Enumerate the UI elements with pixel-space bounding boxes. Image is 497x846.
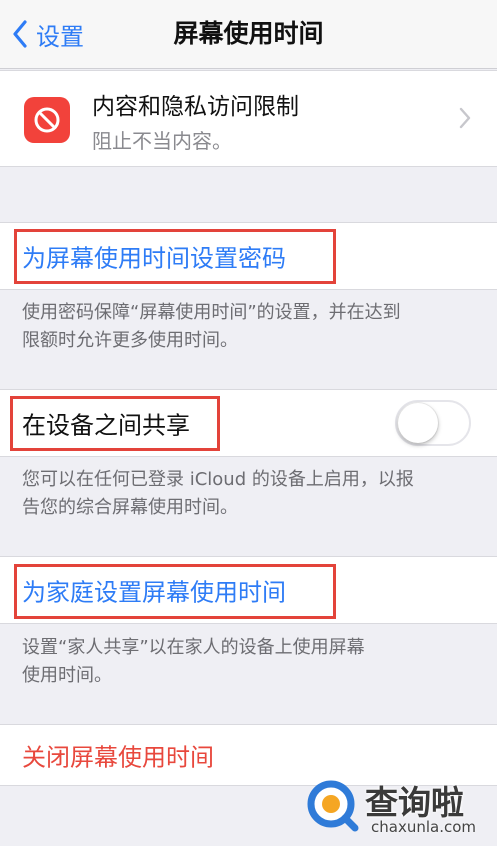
share-across-devices-row: 在设备之间共享 — [0, 389, 497, 457]
no-entry-icon — [24, 97, 70, 143]
set-passcode-button[interactable]: 为屏幕使用时间设置密码 — [22, 239, 286, 274]
family-footer-line-1: 设置“家人共享”以在家人的设备上使用屏幕 — [22, 637, 365, 658]
watermark-domain: chaxunla.com — [371, 818, 476, 836]
set-passcode-row[interactable]: 为屏幕使用时间设置密码 — [0, 222, 497, 290]
share-footer: 您可以在任何已登录 iCloud 的设备上启用，以报 告您的综合屏幕使用时间。 — [22, 466, 472, 522]
content-restrictions-row[interactable]: 内容和隐私访问限制 阻止不当内容。 — [0, 70, 497, 167]
passcode-footer: 使用密码保障“屏幕使用时间”的设置，并在达到 限额时允许更多使用时间。 — [22, 299, 472, 355]
share-footer-line-1: 您可以在任何已登录 iCloud 的设备上启用，以报 — [22, 469, 414, 490]
passcode-footer-line-1: 使用密码保障“屏幕使用时间”的设置，并在达到 — [22, 302, 401, 323]
page-title: 屏幕使用时间 — [173, 19, 324, 48]
watermark: 查询啦 chaxunla.com — [305, 774, 491, 840]
turn-off-screen-time-button[interactable]: 关闭屏幕使用时间 — [22, 738, 214, 773]
share-across-devices-toggle[interactable] — [395, 400, 471, 446]
family-footer: 设置“家人共享”以在家人的设备上使用屏幕 使用时间。 — [22, 634, 472, 690]
watermark-name: 查询啦 — [365, 783, 464, 822]
navigation-bar: 设置 屏幕使用时间 — [0, 0, 497, 69]
chevron-right-icon — [459, 107, 471, 129]
family-footer-line-2: 使用时间。 — [22, 665, 112, 686]
family-screen-time-row[interactable]: 为家庭设置屏幕使用时间 — [0, 556, 497, 624]
family-screen-time-button[interactable]: 为家庭设置屏幕使用时间 — [22, 573, 286, 608]
share-across-devices-label: 在设备之间共享 — [22, 411, 190, 440]
passcode-footer-line-2: 限额时允许更多使用时间。 — [22, 330, 238, 351]
share-footer-line-2: 告您的综合屏幕使用时间。 — [22, 497, 238, 518]
magnifier-logo-icon — [307, 780, 359, 832]
toggle-knob — [398, 403, 438, 443]
content-restrictions-title: 内容和隐私访问限制 — [92, 94, 299, 120]
content-restrictions-subtitle: 阻止不当内容。 — [92, 129, 232, 153]
